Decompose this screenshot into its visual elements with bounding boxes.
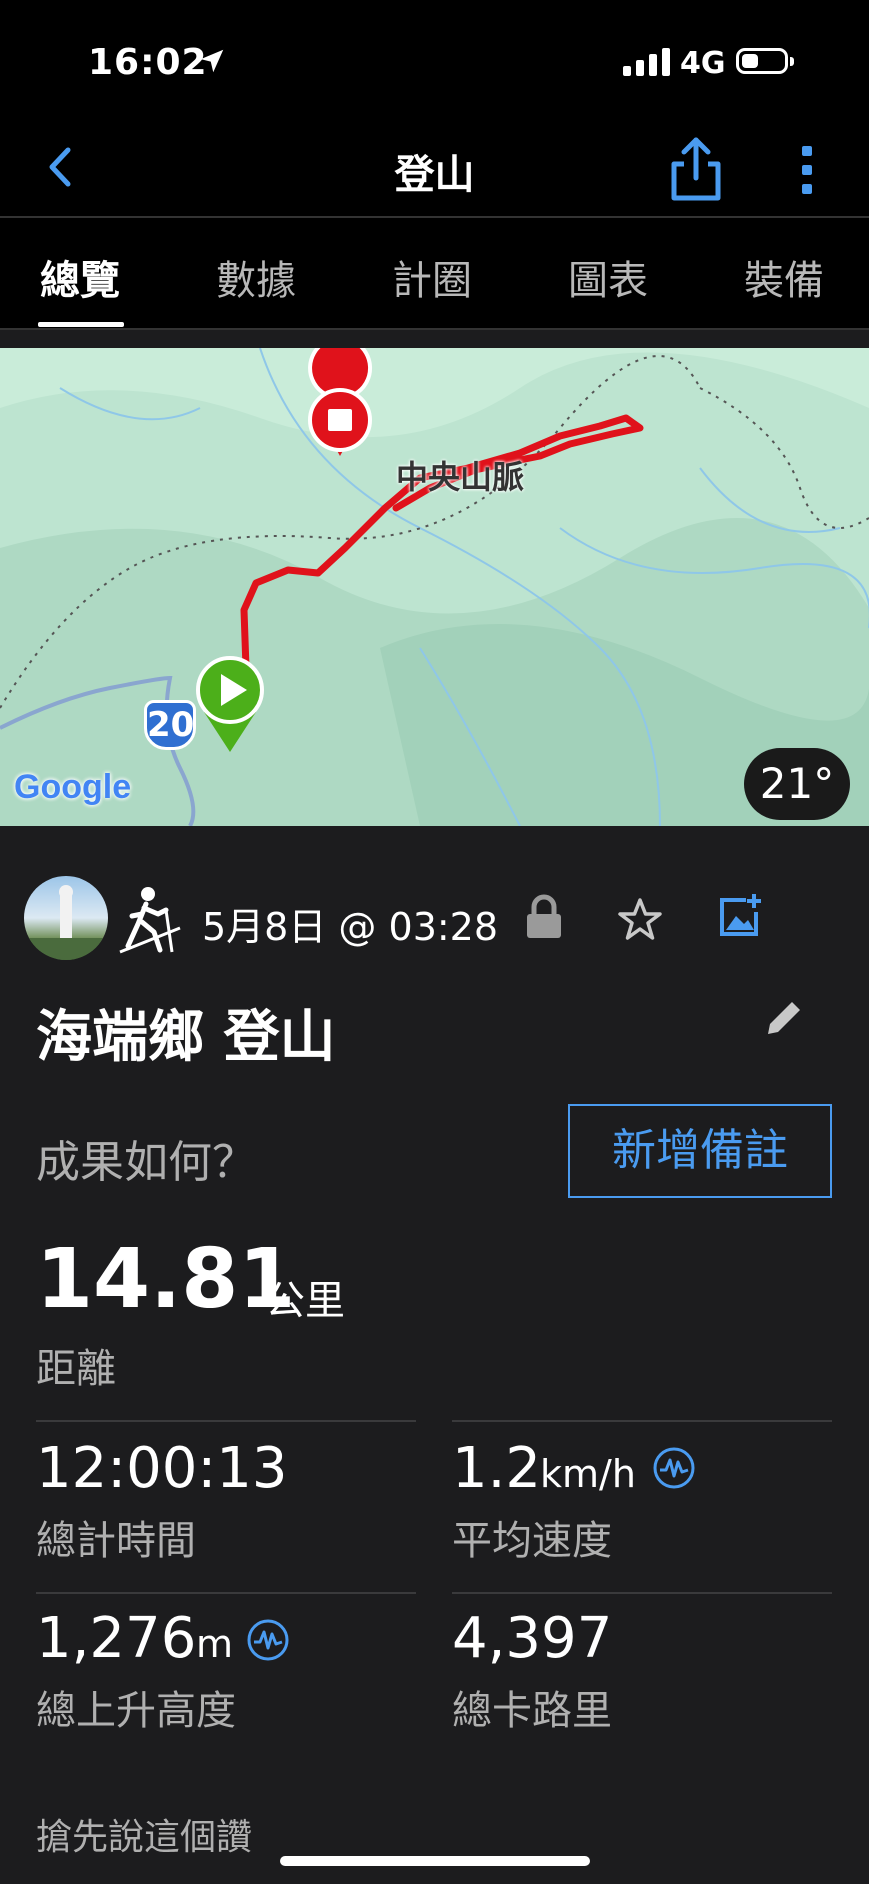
network-type: 4G xyxy=(680,46,726,81)
tab-charts[interactable]: 圖表 xyxy=(568,248,648,306)
temperature-badge: 21° xyxy=(744,748,850,820)
distance-label: 距離 xyxy=(36,1346,116,1392)
pencil-icon[interactable] xyxy=(762,996,806,1040)
divider xyxy=(452,1592,832,1594)
avatar-image xyxy=(24,885,108,960)
calories-label: 總卡路里 xyxy=(452,1688,612,1734)
elevation-gain-label: 總上升高度 xyxy=(36,1688,236,1734)
status-bar: 16:02 4G xyxy=(0,0,869,120)
end-marker xyxy=(308,348,372,456)
home-indicator[interactable] xyxy=(280,1856,590,1866)
activity-title: 海端鄉 登山 xyxy=(36,1005,336,1070)
google-attribution: Google xyxy=(14,768,131,807)
location-arrow-icon xyxy=(200,49,224,73)
wave-pulse-icon[interactable] xyxy=(652,1446,696,1490)
page-title: 登山 xyxy=(394,152,475,198)
battery-icon xyxy=(736,48,794,74)
add-note-button[interactable]: 新增備註 xyxy=(568,1104,832,1198)
route-map[interactable]: 中央山脈 20 Google 21° xyxy=(0,348,869,826)
attribution-text: Google xyxy=(14,768,132,806)
avg-speed-unit: km/h xyxy=(540,1452,636,1496)
elevation-gain-value: 1,276 xyxy=(36,1606,197,1671)
avatar[interactable] xyxy=(24,876,108,960)
divider xyxy=(452,1420,832,1422)
divider xyxy=(36,1420,416,1422)
route-number-badge: 20 xyxy=(144,700,196,750)
total-time-value: 12:00:13 xyxy=(36,1436,288,1501)
distance-value: 14.81 xyxy=(36,1232,296,1327)
map-terrain xyxy=(0,348,869,826)
distance-unit: 公里 xyxy=(265,1278,345,1324)
feedback-prompt: 成果如何？ xyxy=(36,1137,256,1188)
nav-bar: 登山 xyxy=(0,120,869,218)
kudos-prompt[interactable]: 搶先說這個讚 xyxy=(36,1808,252,1860)
share-icon[interactable] xyxy=(668,134,724,204)
lock-icon[interactable] xyxy=(524,894,564,940)
elevation-gain-unit: m xyxy=(196,1622,234,1666)
tab-laps[interactable]: 計圈 xyxy=(392,248,472,306)
map-place-label: 中央山脈 xyxy=(396,458,525,496)
tab-data[interactable]: 數據 xyxy=(216,248,296,306)
calories-value: 4,397 xyxy=(452,1606,613,1671)
star-icon[interactable] xyxy=(616,896,664,944)
status-time: 16:02 xyxy=(88,42,208,83)
signal-icon xyxy=(623,48,670,76)
tab-bar: 總覽 數據 計圈 圖表 裝備 xyxy=(0,218,869,330)
tab-active-indicator xyxy=(38,322,124,327)
avg-speed-value: 1.2 xyxy=(452,1436,542,1501)
divider xyxy=(36,1592,416,1594)
total-time-label: 總計時間 xyxy=(36,1518,196,1564)
hiking-icon xyxy=(119,887,181,954)
wave-pulse-icon[interactable] xyxy=(246,1618,290,1662)
more-vertical-icon[interactable] xyxy=(792,142,822,198)
avg-speed-label: 平均速度 xyxy=(452,1518,612,1564)
add-photo-icon[interactable] xyxy=(716,892,764,940)
activity-datetime: 5月8日 @ 03:28 xyxy=(202,905,499,949)
tab-overview[interactable]: 總覽 xyxy=(40,248,120,306)
tab-gear[interactable]: 裝備 xyxy=(744,248,824,306)
